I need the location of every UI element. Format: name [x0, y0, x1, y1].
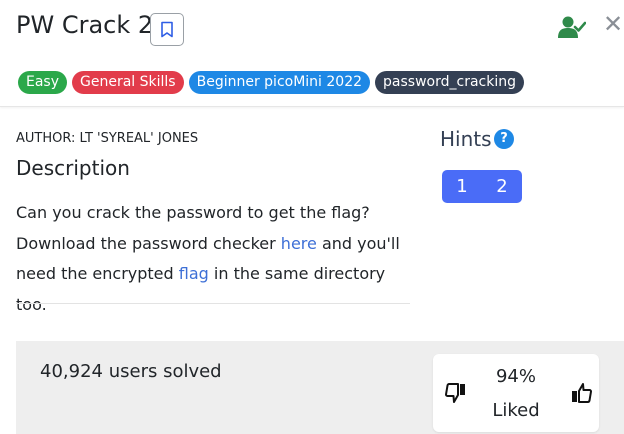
- hint-button-2[interactable]: 2: [482, 170, 522, 203]
- bookmark-icon: [161, 21, 173, 38]
- bookmark-button[interactable]: [150, 13, 184, 46]
- tag-event[interactable]: Beginner picoMini 2022: [188, 71, 371, 94]
- hint-button-1[interactable]: 1: [442, 170, 482, 203]
- user-check-icon: [558, 16, 586, 38]
- thumbs-up-icon[interactable]: [570, 382, 592, 404]
- description-text: Can you crack the password to get the fl…: [16, 198, 416, 320]
- download-flag-link[interactable]: flag: [179, 264, 209, 283]
- author-line: AUTHOR: LT 'SYREAL' JONES: [16, 131, 199, 146]
- rating-card: 94% Liked: [433, 354, 599, 432]
- description-heading: Description: [16, 156, 130, 180]
- download-checker-link[interactable]: here: [281, 234, 317, 253]
- divider: [16, 303, 410, 304]
- close-icon[interactable]: ✕: [602, 11, 624, 37]
- tag-difficulty[interactable]: Easy: [18, 71, 68, 94]
- challenge-title: PW Crack 2: [16, 11, 154, 39]
- hint-button-group: 1 2: [442, 170, 522, 203]
- tag-category[interactable]: General Skills: [72, 71, 184, 94]
- challenge-header: PW Crack 2 ✕ Easy General Skills Beginne…: [0, 0, 624, 107]
- tag-list: Easy General Skills Beginner picoMini 20…: [18, 71, 524, 94]
- hints-heading: Hints: [440, 127, 492, 151]
- stats-footer: 40,924 users solved 94% Liked: [16, 341, 624, 434]
- solved-count: 40,924 users solved: [40, 361, 222, 382]
- question-circle-icon[interactable]: ?: [494, 129, 514, 149]
- tag-topic[interactable]: password_cracking: [375, 71, 524, 94]
